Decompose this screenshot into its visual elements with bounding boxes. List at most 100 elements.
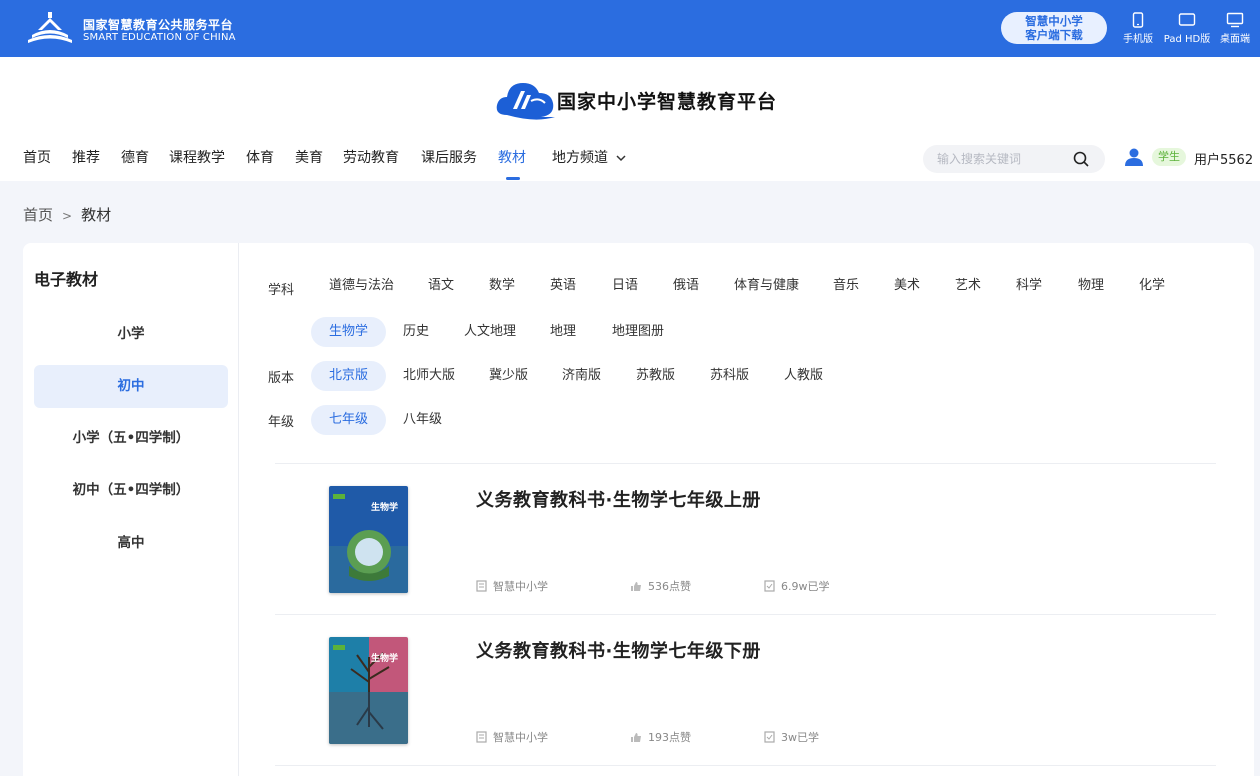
pad-version-link[interactable]: Pad HD版 — [1160, 12, 1214, 45]
book-cover-image: 生物学 — [329, 486, 408, 593]
platform-logo-icon — [28, 12, 72, 43]
grade-chip-active[interactable]: 七年级 — [311, 405, 387, 435]
study-icon — [764, 731, 775, 743]
book-likes: 193点赞 — [630, 729, 691, 745]
subject-chip[interactable]: 语文 — [428, 271, 454, 301]
list-divider — [275, 463, 1216, 464]
stage-primary[interactable]: 小学 — [34, 313, 228, 356]
user-avatar-icon[interactable] — [1123, 146, 1145, 168]
edition-chip[interactable]: 北师大版 — [403, 361, 455, 391]
nav-textbooks[interactable]: 教材 — [498, 147, 526, 167]
subject-chip[interactable]: 日语 — [612, 271, 638, 301]
mobile-version-label: 手机版 — [1123, 34, 1153, 45]
desktop-version-link[interactable]: 桌面端 — [1216, 12, 1254, 45]
subject-chip[interactable]: 科学 — [1016, 271, 1042, 301]
list-divider — [275, 614, 1216, 615]
breadcrumb-current: 教材 — [81, 206, 112, 224]
book-cover[interactable]: 生物学 — [329, 637, 408, 744]
brand[interactable]: 国家中小学智慧教育平台 — [495, 77, 795, 121]
client-download-button[interactable]: 智慧中小学 客户端下载 — [1001, 12, 1107, 44]
stage-sidebar: 电子教材 小学 初中 小学（五•四学制） 初中（五•四学制） 高中 — [23, 243, 239, 776]
subject-chip[interactable]: 英语 — [550, 271, 576, 301]
role-badge: 学生 — [1152, 148, 1186, 166]
book-source-text: 智慧中小学 — [493, 580, 548, 593]
active-nav-indicator — [506, 177, 520, 180]
subject-label: 学科 — [268, 283, 295, 298]
book-cover[interactable]: 生物学 — [329, 486, 408, 593]
book-learned: 6.9w已学 — [764, 578, 830, 594]
book-cover-image: 生物学 — [329, 637, 408, 744]
subject-chip[interactable]: 体育与健康 — [734, 271, 799, 301]
tablet-icon — [1178, 13, 1196, 26]
nav-labor[interactable]: 劳动教育 — [343, 147, 399, 167]
desktop-version-label: 桌面端 — [1220, 34, 1250, 45]
subject-chip[interactable]: 人文地理 — [464, 317, 516, 347]
thumb-up-icon — [631, 582, 641, 591]
subject-chip[interactable]: 音乐 — [833, 271, 859, 301]
subject-chip[interactable]: 俄语 — [673, 271, 699, 301]
content-card: 电子教材 小学 初中 小学（五•四学制） 初中（五•四学制） 高中 学科 道德与… — [23, 243, 1254, 776]
top-bar: 国家智慧教育公共服务平台 SMART EDUCATION OF CHINA 智慧… — [0, 0, 1260, 57]
study-icon — [764, 580, 775, 592]
edition-chip-active[interactable]: 北京版 — [311, 361, 387, 391]
subject-chip[interactable]: 数学 — [489, 271, 515, 301]
subject-chip[interactable]: 物理 — [1078, 271, 1104, 301]
user-name[interactable]: 用户5562 — [1194, 149, 1253, 168]
book-source: 智慧中小学 — [476, 729, 548, 745]
grade-chip[interactable]: 八年级 — [403, 405, 442, 435]
platform-title: 国家智慧教育公共服务平台 — [83, 18, 234, 32]
subject-chip[interactable]: 地理 — [550, 317, 576, 347]
search-input[interactable] — [937, 149, 1067, 169]
subject-chip[interactable]: 美术 — [894, 271, 920, 301]
subject-chip[interactable]: 地理图册 — [612, 317, 664, 347]
subject-chip[interactable]: 化学 — [1139, 271, 1165, 301]
edition-chip[interactable]: 冀少版 — [489, 361, 528, 391]
download-line2: 客户端下载 — [1025, 28, 1083, 42]
nav-local-channels[interactable]: 地方频道 — [552, 147, 626, 167]
thumb-up-icon — [631, 733, 641, 742]
mobile-version-link[interactable]: 手机版 — [1120, 12, 1156, 45]
platform-subtitle: SMART EDUCATION OF CHINA — [83, 32, 236, 43]
edition-chip[interactable]: 苏科版 — [710, 361, 749, 391]
edition-chip[interactable]: 苏教版 — [636, 361, 675, 391]
book-source-text: 智慧中小学 — [493, 731, 548, 744]
nav-local-label: 地方频道 — [552, 150, 608, 166]
download-line1: 智慧中小学 — [1025, 14, 1083, 28]
stage-junior[interactable]: 初中 — [34, 365, 228, 408]
edition-chip[interactable]: 济南版 — [562, 361, 601, 391]
subject-chip[interactable]: 历史 — [403, 317, 429, 347]
book-likes: 536点赞 — [630, 578, 691, 594]
search-icon[interactable] — [1073, 151, 1090, 168]
nav-arts[interactable]: 美育 — [295, 147, 323, 167]
book-cover-title: 生物学 — [371, 501, 398, 513]
document-icon — [476, 731, 487, 743]
nav-sports[interactable]: 体育 — [246, 147, 274, 167]
nav-courses[interactable]: 课程教学 — [169, 147, 225, 167]
book-title[interactable]: 义务教育教科书·生物学七年级下册 — [476, 637, 761, 663]
nav-moral[interactable]: 德育 — [121, 147, 149, 167]
book-learned: 3w已学 — [764, 729, 819, 745]
pad-version-label: Pad HD版 — [1163, 34, 1211, 45]
stage-primary-54[interactable]: 小学（五•四学制） — [34, 417, 228, 460]
stage-senior[interactable]: 高中 — [34, 522, 228, 565]
subject-chip[interactable]: 艺术 — [955, 271, 981, 301]
nav-after-school[interactable]: 课后服务 — [421, 147, 477, 167]
breadcrumb-separator: > — [62, 209, 73, 223]
nav-recommend[interactable]: 推荐 — [72, 147, 100, 167]
nav-home[interactable]: 首页 — [23, 147, 51, 167]
book-likes-text: 536点赞 — [648, 580, 691, 593]
edition-chip[interactable]: 人教版 — [784, 361, 823, 391]
cloud-logo-icon — [496, 83, 555, 120]
breadcrumb: 首页 > 教材 — [23, 204, 111, 225]
book-cover-title: 生物学 — [371, 652, 398, 664]
subject-chip[interactable]: 道德与法治 — [329, 271, 394, 301]
grade-label: 年级 — [268, 415, 295, 430]
search-box — [923, 145, 1105, 173]
stage-junior-54[interactable]: 初中（五•四学制） — [34, 469, 228, 512]
subject-chip-active[interactable]: 生物学 — [311, 317, 387, 347]
chevron-down-icon — [616, 155, 626, 162]
monitor-icon — [1226, 12, 1244, 28]
breadcrumb-home[interactable]: 首页 — [23, 206, 53, 224]
book-title[interactable]: 义务教育教科书·生物学七年级上册 — [476, 486, 761, 512]
book-learned-text: 6.9w已学 — [781, 580, 830, 593]
